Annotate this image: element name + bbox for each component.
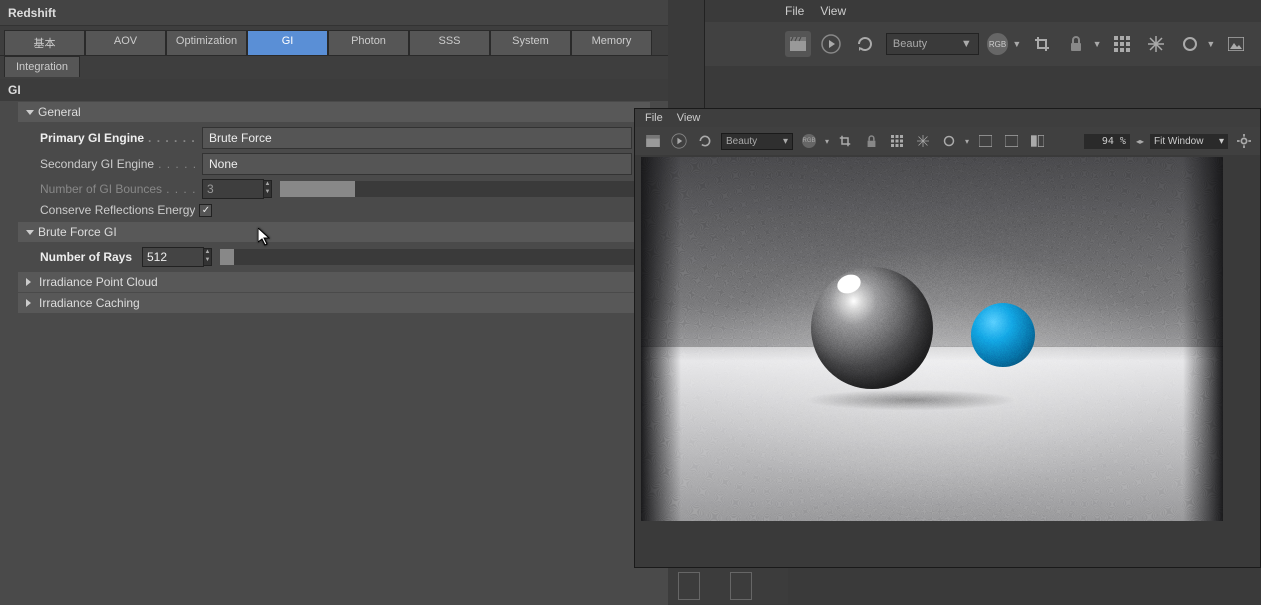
gear-icon[interactable] [1234, 131, 1254, 151]
dropdown-icon[interactable]: ▼ [1093, 39, 1102, 49]
group-bruteforce-body: Number of Rays 512 ▲▼ [0, 243, 668, 271]
snapshot-b-icon[interactable] [1001, 131, 1021, 151]
renderview-window: File View Beauty▾ RGB ▾ ▾ 94 % ◂▸ Fit Wi… [634, 108, 1261, 568]
menu-view[interactable]: View [677, 112, 701, 124]
circle-icon[interactable] [939, 131, 959, 151]
aov-select[interactable]: Beauty▼ [886, 33, 979, 55]
tab-aov[interactable]: AOV [85, 30, 166, 55]
menu-file[interactable]: File [645, 112, 663, 124]
grid-icon[interactable] [1110, 31, 1136, 57]
group-ipc-header[interactable]: Irradiance Point Cloud [18, 272, 650, 292]
chevron-down-icon [26, 110, 34, 115]
tab-system[interactable]: System [490, 30, 571, 55]
rays-spinner[interactable]: ▲▼ [204, 248, 212, 266]
group-general-header[interactable]: General [18, 102, 650, 122]
group-bruteforce-label: Brute Force GI [38, 225, 117, 239]
rays-slider[interactable] [220, 249, 640, 265]
snowflake-icon[interactable] [1143, 31, 1169, 57]
gi-bounces-slider [280, 181, 640, 197]
tool-icon[interactable] [678, 572, 700, 600]
conserve-checkbox[interactable]: ✓ [199, 204, 212, 217]
rays-label: Number of Rays [18, 250, 138, 264]
renderview-top: File View Beauty▼ RGB ▼ ▼ ▼ [704, 0, 1261, 108]
chevron-down-icon [26, 230, 34, 235]
crop-icon[interactable] [1029, 31, 1055, 57]
bottom-tool-strip [668, 568, 788, 604]
rays-input[interactable]: 512 [142, 247, 204, 267]
gi-bounces-label: Number of GI Bounces [18, 182, 198, 196]
dropdown-icon[interactable]: ▼ [1012, 39, 1021, 49]
primary-gi-combo[interactable]: Brute Force [202, 127, 632, 149]
redshift-settings-panel: Redshift 基本 AOV Optimization GI Photon S… [0, 0, 668, 605]
tool-icon[interactable] [730, 572, 752, 600]
section-title-gi: GI [0, 79, 668, 101]
conserve-label: Conserve Reflections Energy [18, 203, 195, 217]
chevron-right-icon [26, 278, 35, 286]
tab-gi[interactable]: GI [247, 30, 328, 55]
tab-sss[interactable]: SSS [409, 30, 490, 55]
clapper-icon[interactable] [785, 31, 811, 57]
secondary-gi-label: Secondary GI Engine [18, 157, 198, 171]
dropdown-icon[interactable]: ▼ [1206, 39, 1215, 49]
dropdown-icon[interactable]: ▾ [825, 137, 829, 146]
render-output [641, 157, 1223, 521]
snowflake-icon[interactable] [913, 131, 933, 151]
tab-optimization[interactable]: Optimization [166, 30, 247, 55]
aov-select[interactable]: Beauty▾ [721, 133, 793, 150]
lock-icon[interactable] [861, 131, 881, 151]
secondary-gi-combo[interactable]: None [202, 153, 632, 175]
group-general-body: Primary GI Engine Brute Force Secondary … [0, 123, 668, 221]
tabs-row-2: Integration [0, 56, 668, 79]
zoom-field[interactable]: 94 % [1084, 134, 1130, 149]
renderview-toolbar: Beauty▾ RGB ▾ ▾ 94 % ◂▸ Fit Window▾ [635, 127, 1260, 155]
group-ic-label: Irradiance Caching [39, 296, 140, 310]
renderview-menu: File View [635, 109, 1260, 127]
snapshot-a-icon[interactable] [975, 131, 995, 151]
fit-select[interactable]: Fit Window▾ [1150, 134, 1228, 149]
tab-photon[interactable]: Photon [328, 30, 409, 55]
menu-view[interactable]: View [820, 4, 846, 18]
zoom-spinner[interactable]: ◂▸ [1136, 137, 1144, 146]
grid-icon[interactable] [887, 131, 907, 151]
tab-basic[interactable]: 基本 [4, 30, 85, 55]
tab-integration[interactable]: Integration [4, 56, 80, 77]
tab-memory[interactable]: Memory [571, 30, 652, 55]
renderview-top-menu: File View [705, 0, 1261, 22]
lock-icon[interactable] [1063, 31, 1089, 57]
group-ipc-label: Irradiance Point Cloud [39, 275, 158, 289]
chevron-right-icon [26, 299, 35, 307]
refresh-icon[interactable] [852, 31, 878, 57]
panel-title: Redshift [0, 0, 668, 26]
rgb-icon[interactable]: RGB [987, 33, 1009, 55]
play-icon[interactable] [819, 31, 845, 57]
gi-bounces-input: 3 [202, 179, 264, 199]
refresh-icon[interactable] [695, 131, 715, 151]
group-general-label: General [38, 105, 81, 119]
circle-icon[interactable] [1177, 31, 1203, 57]
group-bruteforce-header[interactable]: Brute Force GI [18, 222, 650, 242]
image-icon[interactable] [1223, 31, 1249, 57]
rgb-icon[interactable]: RGB [799, 131, 819, 151]
renderview-top-toolbar: Beauty▼ RGB ▼ ▼ ▼ [705, 22, 1261, 66]
compare-icon[interactable] [1027, 131, 1047, 151]
gi-bounces-spinner: ▲▼ [264, 180, 272, 198]
primary-gi-label: Primary GI Engine [18, 131, 198, 145]
dropdown-icon[interactable]: ▾ [965, 137, 969, 146]
clapper-icon[interactable] [643, 131, 663, 151]
play-icon[interactable] [669, 131, 689, 151]
menu-file[interactable]: File [785, 4, 804, 18]
tabs-row-1: 基本 AOV Optimization GI Photon SSS System… [0, 26, 668, 56]
group-ic-header[interactable]: Irradiance Caching [18, 293, 650, 313]
crop-icon[interactable] [835, 131, 855, 151]
